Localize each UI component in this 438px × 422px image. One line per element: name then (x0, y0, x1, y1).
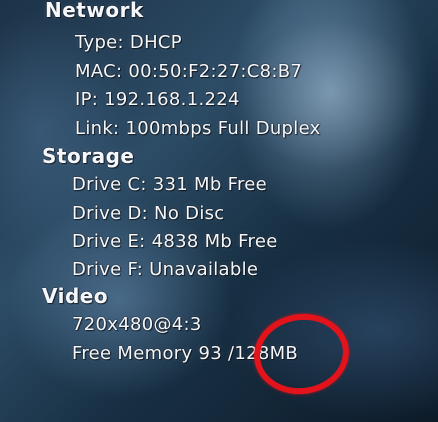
network-mac: MAC: 00:50:F2:27:C8:B7 (75, 61, 303, 82)
drive-e-status: Drive E: 4838 Mb Free (72, 231, 278, 252)
network-link: Link: 100mbps Full Duplex (75, 118, 321, 139)
drive-d-status: Drive D: No Disc (72, 203, 225, 224)
drive-f-status: Drive F: Unavailable (72, 259, 259, 280)
red-circle-annotation (248, 307, 355, 401)
network-heading: Network (45, 0, 144, 22)
video-heading: Video (42, 284, 109, 308)
network-ip: IP: 192.168.1.224 (75, 89, 240, 110)
screen-glare (240, 20, 420, 170)
drive-c-status: Drive C: 331 Mb Free (72, 174, 268, 195)
video-resolution: 720x480@4:3 (72, 314, 202, 335)
storage-heading: Storage (42, 144, 135, 168)
dashboard-screen: Network Type: DHCP MAC: 00:50:F2:27:C8:B… (0, 0, 438, 422)
network-type: Type: DHCP (75, 32, 182, 53)
